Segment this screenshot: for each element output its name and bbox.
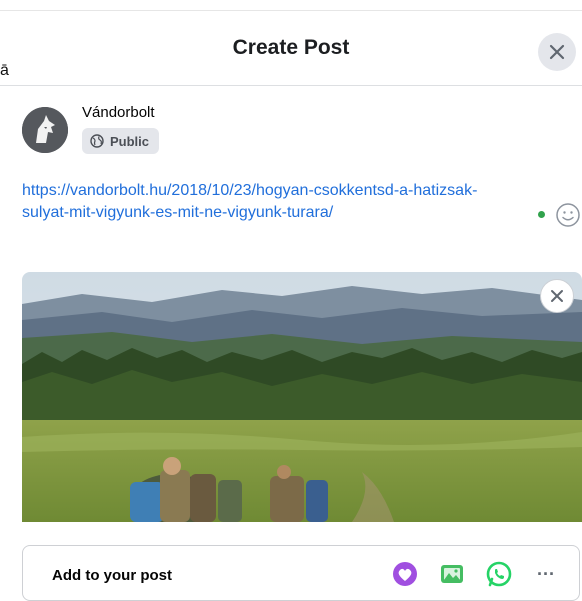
feeling-activity-button[interactable] [391,560,419,588]
author-name: Vándorbolt [82,104,155,121]
photo-icon [441,565,463,583]
stray-character: ā [0,62,9,79]
feeling-icon [393,562,417,586]
author-avatar[interactable] [22,107,68,153]
photo-video-button[interactable] [438,560,466,588]
link-preview-image [22,272,582,522]
privacy-label: Public [110,133,150,149]
post-text-input[interactable]: https://vandorbolt.hu/2018/10/23/hogyan-… [22,180,548,224]
emoji-button[interactable] [555,202,581,228]
close-icon [549,44,565,60]
privacy-selector-button[interactable]: Public [82,128,160,154]
wolf-logo-icon [22,107,68,153]
dialog-title: Create Post [232,36,350,59]
post-link-line-2[interactable]: sulyat-mit-vigyunk-es-mit-ne-vigyunk-tur… [22,202,548,224]
more-options-button[interactable]: ··· [532,560,560,588]
whatsapp-button[interactable] [485,560,513,588]
header-divider [0,85,582,86]
status-dot [538,211,545,218]
globe-icon [90,134,104,148]
whatsapp-icon [486,561,512,587]
close-icon [551,290,563,302]
hikers-landscape-photo [22,272,582,522]
emoji-icon [556,203,580,227]
top-divider [0,10,582,11]
add-to-post-label: Add to your post [52,567,172,584]
close-dialog-button[interactable] [538,33,576,71]
remove-preview-button[interactable] [540,279,574,313]
post-link-line-1[interactable]: https://vandorbolt.hu/2018/10/23/hogyan-… [22,180,548,202]
more-icon: ··· [537,563,555,584]
